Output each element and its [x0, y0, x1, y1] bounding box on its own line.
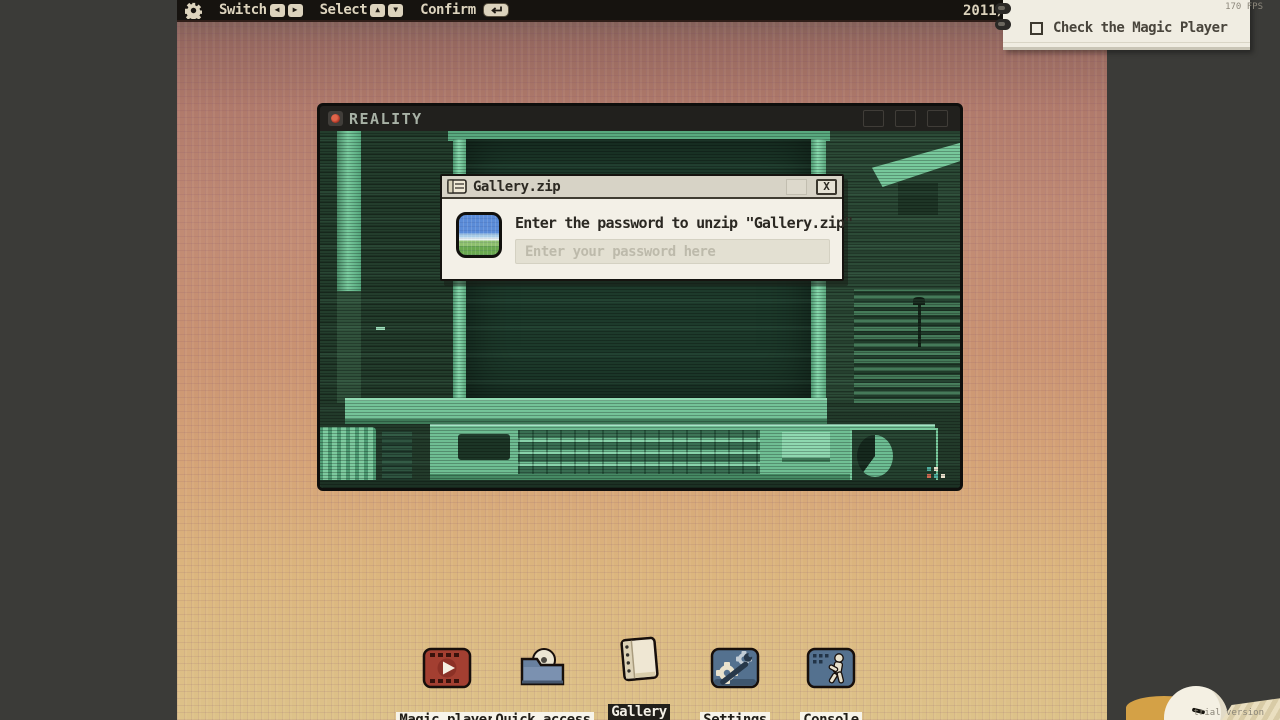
reality-window-title: REALITY — [349, 110, 423, 128]
gallery-zip-dialog: Gallery.zip X Enter the password to unzi… — [440, 174, 844, 281]
desktop-icon-label: Console — [800, 712, 862, 720]
task-notepad: Check the Magic Player — [1003, 0, 1250, 50]
reality-scene-pillar-shadow — [337, 291, 361, 403]
game-viewport: Switch ◀ ▶ Select ▲ ▼ Confirm 2011/ REAL… — [177, 0, 1107, 720]
reality-window-controls — [863, 110, 948, 127]
reality-scene-mug — [320, 427, 376, 488]
magic-player-icon — [395, 644, 499, 690]
dialog-message: Enter the password to unzip "Gallery.zip… — [515, 214, 830, 232]
reality-scene-radio-buttons — [927, 474, 931, 478]
switch-label: Switch — [219, 2, 267, 18]
desktop-icon-label: Settings — [700, 712, 769, 720]
reality-scene-numblock — [782, 432, 830, 462]
reality-titlebar[interactable]: REALITY — [320, 106, 960, 131]
desktop-icon-console[interactable]: Console — [779, 644, 883, 720]
dpad-down-icon[interactable]: ▼ — [388, 4, 403, 17]
dpad-right-icon[interactable]: ▶ — [288, 4, 303, 17]
reality-scene-keys — [518, 430, 760, 474]
window-control-button[interactable] — [927, 110, 948, 127]
spiral-ring-icon — [995, 3, 1011, 14]
fps-counter: 170 FPS — [1225, 2, 1263, 12]
quick-access-icon — [491, 644, 595, 690]
reality-scene-radio-dial — [857, 435, 893, 477]
desktop-icon-magic-player[interactable]: Magic player — [395, 644, 499, 720]
trial-version-label: trial version — [1194, 708, 1264, 718]
reality-scene-pillar — [337, 131, 361, 291]
console-icon — [779, 644, 883, 690]
window-control-button[interactable] — [863, 110, 884, 127]
dialog-secondary-button[interactable] — [786, 179, 807, 195]
desktop-icon-quick-access[interactable]: Quick access — [491, 644, 595, 720]
gallery-image-icon — [456, 212, 502, 258]
reality-scene-shelf-box — [898, 183, 938, 215]
reality-scene-radio — [850, 428, 938, 486]
settings-icon — [683, 644, 787, 690]
desktop-icon-gallery[interactable]: Gallery — [587, 636, 691, 720]
dialog-title: Gallery.zip — [473, 179, 786, 195]
reality-scene-lamp — [918, 303, 921, 347]
task-checkbox[interactable] — [1030, 22, 1043, 35]
window-control-button[interactable] — [895, 110, 916, 127]
reality-scene-desk-edge — [320, 480, 960, 488]
top-control-bar: Switch ◀ ▶ Select ▲ ▼ Confirm 2011/ — [177, 0, 1107, 22]
desktop-icon-settings[interactable]: Settings — [683, 644, 787, 720]
desktop-icon-label: Quick access — [492, 712, 593, 720]
password-input[interactable] — [515, 239, 830, 264]
dialog-body: Enter the password to unzip "Gallery.zip… — [442, 199, 842, 279]
dpad-left-icon[interactable]: ◀ — [270, 4, 285, 17]
dpad-up-icon[interactable]: ▲ — [370, 4, 385, 17]
desktop-icon-label: Gallery — [608, 704, 670, 720]
record-indicator-icon — [328, 111, 343, 126]
reality-scene-touchpad — [458, 434, 510, 460]
dialog-close-button[interactable]: X — [816, 179, 837, 195]
spiral-ring-icon — [995, 19, 1011, 30]
screen: Switch ◀ ▶ Select ▲ ▼ Confirm 2011/ REAL… — [0, 0, 1280, 720]
reality-scene-blinds — [854, 289, 960, 403]
select-label: Select — [320, 2, 368, 18]
desktop-icon-label: Magic player — [396, 712, 497, 720]
reality-window: REALITY — [317, 103, 963, 491]
reality-scene-highlight — [376, 327, 385, 330]
dialog-titlebar[interactable]: Gallery.zip X — [442, 176, 842, 199]
task-item: Check the Magic Player — [1003, 0, 1250, 36]
zip-file-icon — [447, 179, 467, 194]
task-label: Check the Magic Player — [1053, 20, 1227, 36]
gear-icon[interactable] — [185, 2, 202, 19]
enter-key-icon[interactable] — [483, 3, 509, 17]
gallery-icon — [587, 636, 691, 682]
notepad-ruled-line — [1003, 42, 1250, 43]
confirm-label: Confirm — [420, 2, 476, 18]
reality-scene-monitor-base — [345, 398, 827, 424]
